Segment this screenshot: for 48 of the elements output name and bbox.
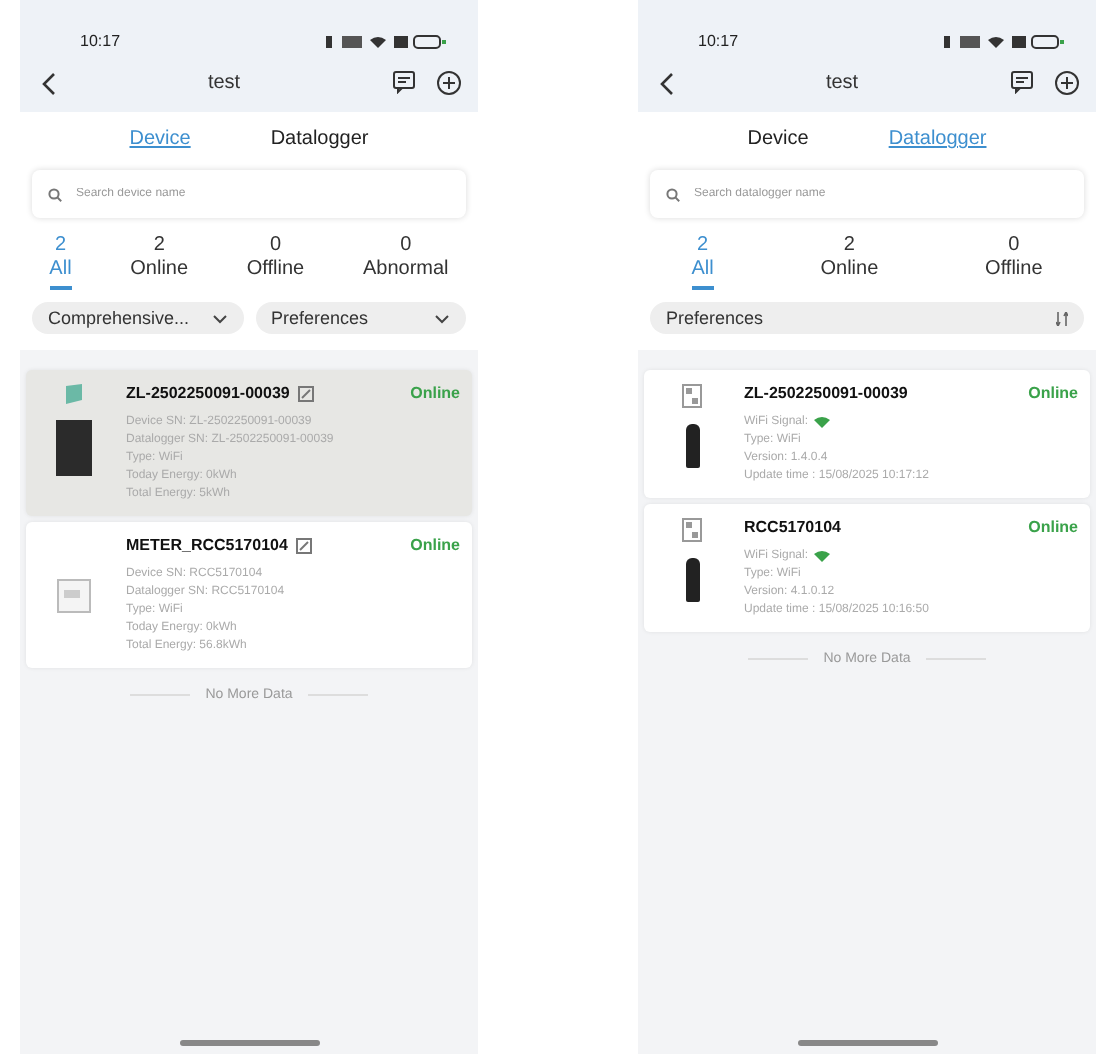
datalogger-photo	[685, 558, 699, 602]
back-icon[interactable]	[658, 71, 674, 95]
status-filter[interactable]: 2 All	[49, 234, 72, 290]
status-label: Online	[1028, 518, 1078, 536]
status-label: Online	[410, 536, 460, 554]
search-icon	[666, 187, 680, 201]
home-indicator	[180, 1040, 320, 1046]
message-icon[interactable]	[392, 70, 416, 94]
edit-icon[interactable]	[295, 537, 312, 553]
add-icon[interactable]	[436, 70, 462, 96]
qr-code-icon	[682, 384, 702, 408]
status-filter[interactable]: 0 Offline	[985, 234, 1043, 290]
sort-dropdown[interactable]: Comprehensive...	[32, 302, 243, 334]
qr-code-icon	[682, 518, 702, 542]
datalogger-name: RCC5170104	[744, 518, 841, 536]
chevron-down-icon	[211, 313, 227, 323]
device-name: METER_RCC5170104	[126, 536, 288, 554]
message-icon[interactable]	[1010, 70, 1034, 94]
home-indicator	[798, 1040, 938, 1046]
page-title: test	[825, 72, 859, 94]
back-icon[interactable]	[40, 71, 56, 95]
sort-dropdown[interactable]: Preferences	[255, 302, 466, 334]
wifi-icon	[814, 416, 831, 428]
tab[interactable]: Device	[747, 128, 809, 150]
status-filter[interactable]: 2 Online	[130, 234, 189, 290]
datalogger-name: ZL-2502250091-00039	[744, 384, 908, 402]
device-name: ZL-2502250091-00039	[126, 384, 290, 402]
wifi-icon	[814, 550, 831, 562]
add-icon[interactable]	[1054, 70, 1080, 96]
status-icons-drawing	[326, 33, 446, 49]
status-label: Online	[410, 384, 460, 402]
status-icons-drawing	[944, 33, 1064, 49]
datalogger-photo	[685, 424, 699, 468]
status-label: Online	[1028, 384, 1078, 402]
page-title: test	[207, 72, 241, 94]
inverter-photo	[56, 420, 92, 476]
tab[interactable]: Datalogger	[270, 128, 369, 150]
chevron-down-icon	[434, 313, 450, 323]
status-filter[interactable]: 2 Online	[820, 234, 879, 290]
search-icon	[48, 187, 62, 201]
status-time: 10:17	[80, 32, 121, 50]
status-filter[interactable]: 0 Abnormal	[362, 234, 449, 290]
status-filter[interactable]: 0 Offline	[246, 234, 305, 290]
status-time: 10:17	[698, 32, 739, 50]
sort-dropdown[interactable]: Preferences	[650, 302, 1084, 334]
sort-icon	[1056, 311, 1068, 325]
status-filter[interactable]: 2 All	[691, 234, 714, 290]
edit-icon[interactable]	[297, 385, 314, 401]
